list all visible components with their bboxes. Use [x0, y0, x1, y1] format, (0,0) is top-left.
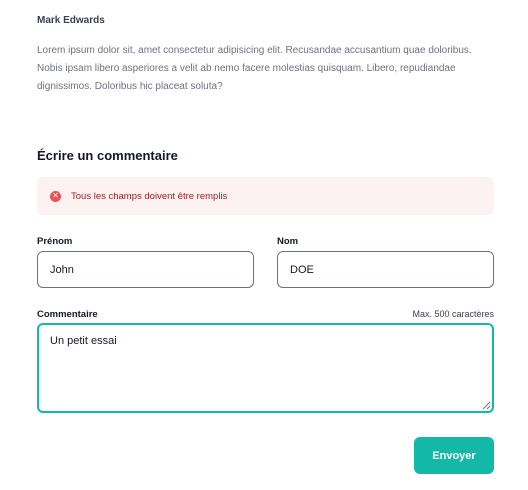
comment-label: Commentaire	[37, 309, 98, 320]
firstname-label: Prénom	[37, 236, 73, 247]
error-alert: ✕ Tous les champs doivent être remplis	[37, 177, 494, 215]
submit-button[interactable]: Envoyer	[414, 437, 494, 474]
comment-textarea[interactable]: Un petit essai	[37, 323, 494, 413]
lastname-label: Nom	[277, 236, 299, 247]
comment-body: Lorem ipsum dolor sit, amet consectetur …	[37, 45, 472, 92]
comment-char-limit: Max. 500 caractères	[412, 309, 494, 319]
comment-author: Mark Edwards	[37, 15, 105, 26]
x-circle-icon: ✕	[50, 190, 61, 202]
lastname-input[interactable]	[277, 251, 494, 288]
firstname-input[interactable]	[37, 251, 254, 288]
resize-grip-icon[interactable]	[481, 400, 491, 410]
error-alert-text: Tous les champs doivent être remplis	[71, 190, 228, 202]
form-title: Écrire un commentaire	[37, 148, 178, 163]
